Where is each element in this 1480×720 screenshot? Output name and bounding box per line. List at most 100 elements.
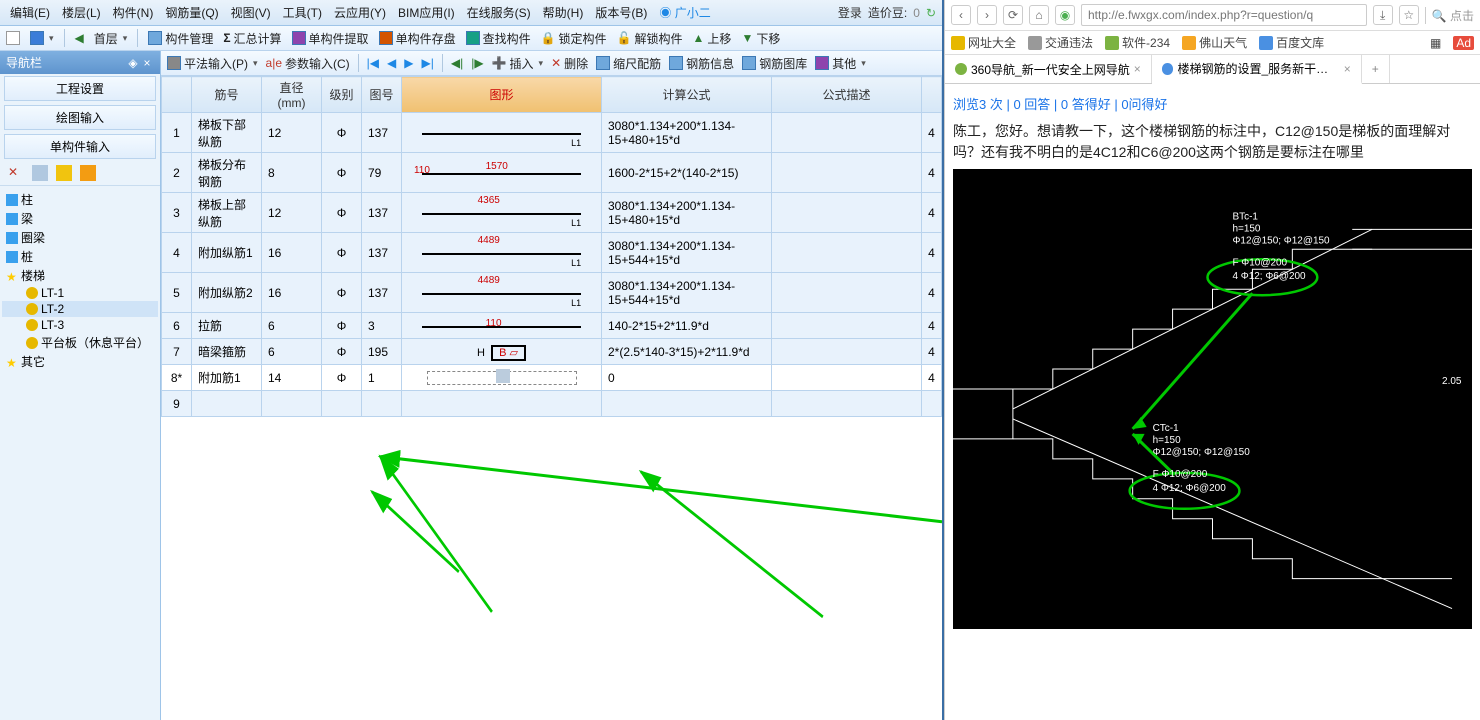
table-row[interactable]: 9 (162, 391, 942, 417)
rebar-formula[interactable]: 3080*1.134+200*1.134-15+480+15*d (602, 193, 772, 233)
rebar-shape[interactable]: 4489L1 (402, 233, 602, 273)
row-number[interactable]: 1 (162, 113, 192, 153)
browser-tab[interactable]: 360导航_新一代安全上网导航× (945, 55, 1152, 83)
rebar-level[interactable] (322, 391, 362, 417)
menu-online[interactable]: 在线服务(S) (463, 2, 535, 23)
rebar-diameter[interactable]: 6 (262, 313, 322, 339)
rebar-shape[interactable] (402, 365, 602, 391)
download-icon[interactable]: ⤓ (1373, 5, 1393, 25)
component-manage-button[interactable]: 构件管理 (148, 30, 213, 47)
table-row[interactable]: 7暗梁箍筋6Φ195H B ▱2*(2.5*140-3*15)+2*11.9*d… (162, 339, 942, 365)
rebar-image-no[interactable]: 137 (362, 193, 402, 233)
rebar-image-no[interactable]: 137 (362, 273, 402, 313)
rebar-diameter[interactable]: 12 (262, 193, 322, 233)
rebar-level[interactable]: Φ (322, 193, 362, 233)
rebar-level[interactable]: Φ (322, 365, 362, 391)
rebar-extra[interactable]: 4 (922, 193, 942, 233)
close-tab-icon[interactable]: × (1134, 62, 1141, 76)
col-header-0[interactable] (162, 77, 192, 113)
row-number[interactable]: 5 (162, 273, 192, 313)
table-row[interactable]: 6拉筋6Φ3110140-2*15+2*11.9*d4 (162, 313, 942, 339)
adblock-icon[interactable]: Ad (1453, 36, 1474, 50)
rebar-name[interactable]: 梯板上部纵筋 (192, 193, 262, 233)
table-row[interactable]: 5附加纵筋216Φ1374489L13080*1.134+200*1.134-1… (162, 273, 942, 313)
table-row[interactable]: 8*附加筋114Φ104 (162, 365, 942, 391)
paste-icon[interactable] (56, 165, 72, 181)
rebar-formula[interactable]: 3080*1.134+200*1.134-15+544+15*d (602, 273, 772, 313)
nav-last-icon[interactable]: ▶| (422, 56, 434, 70)
tree-item-其它[interactable]: ★其它 (2, 352, 158, 371)
rebar-desc[interactable] (772, 153, 922, 193)
rebar-extra[interactable]: 4 (922, 113, 942, 153)
rebar-formula[interactable]: 140-2*15+2*11.9*d (602, 313, 772, 339)
rebar-image-no[interactable]: 1 (362, 365, 402, 391)
rebar-image-no[interactable]: 3 (362, 313, 402, 339)
scale-rebar-button[interactable]: 缩尺配筋 (596, 55, 661, 72)
rebar-shape[interactable]: 4489L1 (402, 273, 602, 313)
menu-view[interactable]: 视图(V) (227, 2, 275, 23)
rebar-level[interactable]: Φ (322, 153, 362, 193)
search-hint[interactable]: 🔍 点击 (1425, 7, 1474, 24)
rebar-extra[interactable]: 4 (922, 233, 942, 273)
home-button[interactable]: ⌂ (1029, 5, 1049, 25)
rebar-library-button[interactable]: 钢筋图库 (742, 55, 807, 72)
new-button[interactable] (6, 31, 20, 45)
floor-dropdown[interactable]: 首层 (94, 30, 128, 47)
goto-prev-icon[interactable]: ◀| (451, 56, 463, 70)
rebar-image-no[interactable]: 195 (362, 339, 402, 365)
nav-next-icon[interactable]: ▶ (404, 56, 413, 70)
find-component-button[interactable]: 查找构件 (466, 30, 531, 47)
rebar-formula[interactable]: 3080*1.134+200*1.134-15+544+15*d (602, 233, 772, 273)
tree-item-楼梯[interactable]: ★楼梯 (2, 266, 158, 285)
rebar-desc[interactable] (772, 365, 922, 391)
extensions-icon[interactable]: ▦ (1430, 36, 1441, 50)
rebar-name[interactable]: 附加纵筋1 (192, 233, 262, 273)
menu-help[interactable]: 帮助(H) (539, 2, 588, 23)
col-header-2[interactable]: 直径(mm) (262, 77, 322, 113)
row-number[interactable]: 6 (162, 313, 192, 339)
rebar-name[interactable]: 梯板分布钢筋 (192, 153, 262, 193)
tree-item-平台板（休息平台）[interactable]: 平台板（休息平台） (2, 333, 158, 352)
rebar-shape[interactable]: 1101570 (402, 153, 602, 193)
col-header-5[interactable]: 图形 (402, 77, 602, 113)
row-number[interactable]: 9 (162, 391, 192, 417)
single-extract-button[interactable]: 单构件提取 (292, 30, 369, 47)
rebar-desc[interactable] (772, 113, 922, 153)
move-down-button[interactable]: ▼下移 (741, 30, 780, 47)
other-dropdown[interactable]: 其他 (815, 55, 866, 72)
rebar-desc[interactable] (772, 313, 922, 339)
address-bar[interactable]: http://e.fwxgx.com/index.php?r=question/… (1081, 4, 1367, 26)
bookmark-交通违法[interactable]: 交通违法 (1028, 34, 1093, 51)
rebar-diameter[interactable]: 16 (262, 233, 322, 273)
rebar-diameter[interactable]: 12 (262, 113, 322, 153)
rebar-formula[interactable]: 3080*1.134+200*1.134-15+480+15*d (602, 113, 772, 153)
refresh-icon[interactable]: ↻ (926, 6, 936, 20)
row-number[interactable]: 8* (162, 365, 192, 391)
tree-item-梁[interactable]: 梁 (2, 209, 158, 228)
rebar-diameter[interactable] (262, 391, 322, 417)
tree-item-柱[interactable]: 柱 (2, 190, 158, 209)
paste-special-icon[interactable] (80, 165, 96, 181)
single-save-button[interactable]: 单构件存盘 (379, 30, 456, 47)
lock-component-button[interactable]: 🔒锁定构件 (541, 30, 607, 47)
star-icon[interactable]: ☆ (1399, 5, 1419, 25)
table-row[interactable]: 3梯板上部纵筋12Φ1374365L13080*1.134+200*1.134-… (162, 193, 942, 233)
tree-item-LT-3[interactable]: LT-3 (2, 317, 158, 333)
rebar-image-no[interactable]: 79 (362, 153, 402, 193)
rebar-desc[interactable] (772, 273, 922, 313)
rebar-extra[interactable]: 4 (922, 273, 942, 313)
rebar-name[interactable] (192, 391, 262, 417)
rebar-extra[interactable]: 4 (922, 153, 942, 193)
rebar-formula[interactable]: 0 (602, 365, 772, 391)
col-header-6[interactable]: 计算公式 (602, 77, 772, 113)
close-icon[interactable]: × (140, 56, 154, 70)
nav-first-icon[interactable]: |◀ (367, 56, 379, 70)
tree-item-圈梁[interactable]: 圈梁 (2, 228, 158, 247)
insert-button[interactable]: ➕插入 (492, 55, 544, 72)
rebar-info-button[interactable]: 钢筋信息 (669, 55, 734, 72)
rebar-name[interactable]: 附加筋1 (192, 365, 262, 391)
rebar-extra[interactable]: 4 (922, 365, 942, 391)
rebar-shape[interactable] (402, 391, 602, 417)
browser-tab[interactable]: 楼梯钢筋的设置_服务新干线|同× (1152, 55, 1362, 84)
forward-button[interactable]: › (977, 5, 997, 25)
